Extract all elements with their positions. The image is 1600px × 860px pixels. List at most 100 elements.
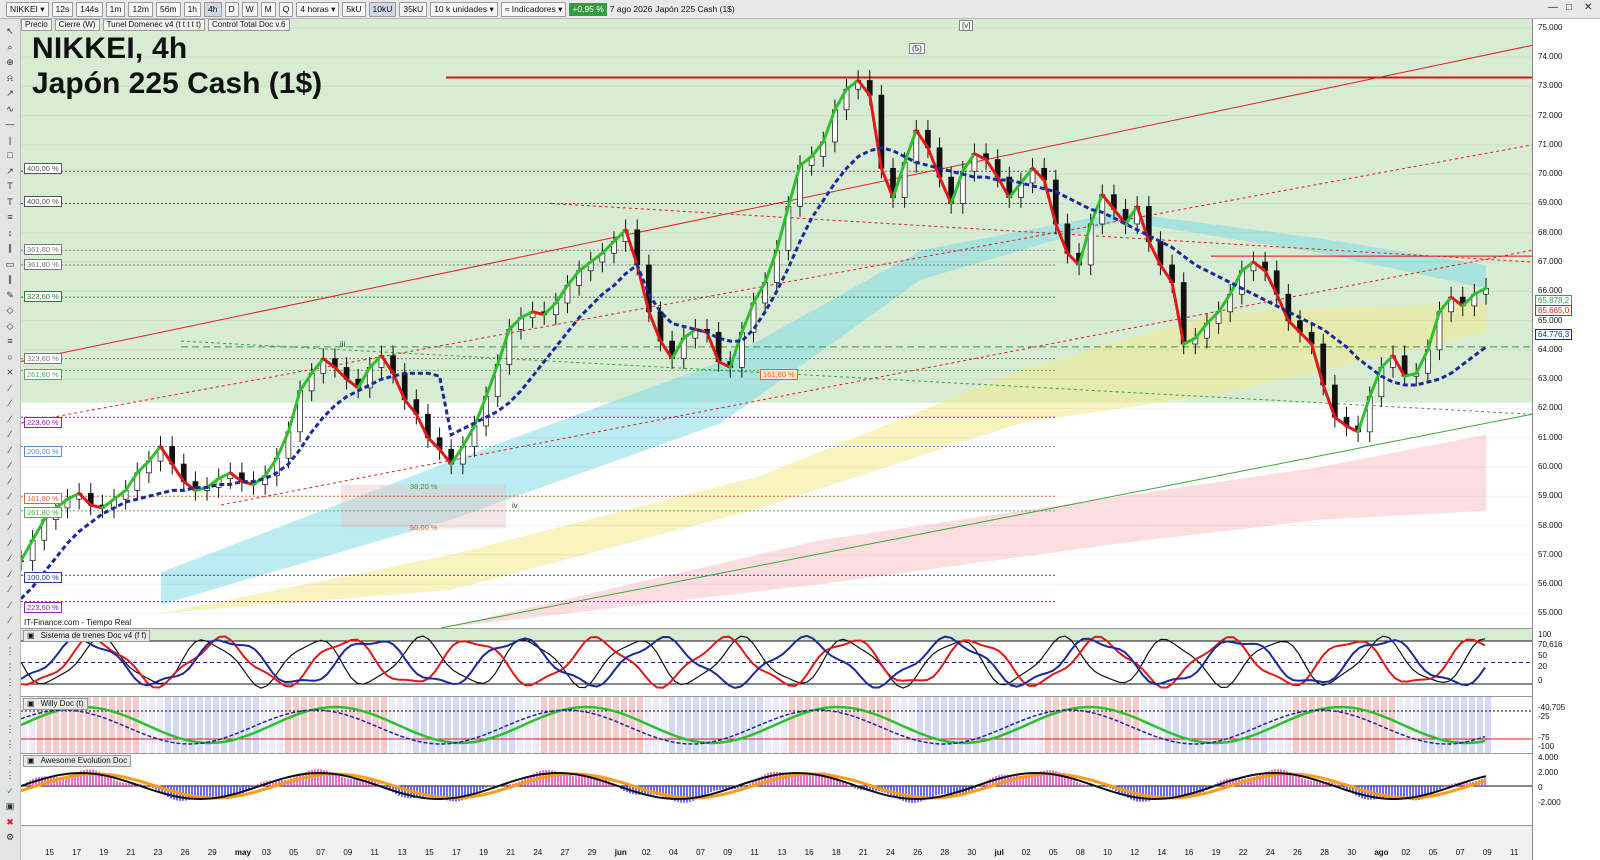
restore-icon[interactable]: □ xyxy=(1566,2,1572,13)
delete-icon[interactable]: ✖ xyxy=(4,816,16,828)
x-tick-label: 05 xyxy=(1428,848,1438,857)
legend-item[interactable]: Cierre (W) xyxy=(54,19,100,31)
price-chart[interactable] xyxy=(21,19,1532,628)
trend-icon[interactable]: ↗ xyxy=(4,87,16,99)
text-icon[interactable]: T xyxy=(4,180,16,192)
line-icon[interactable]: ∕ xyxy=(4,382,16,394)
shape-icon[interactable]: ◇ xyxy=(4,320,16,332)
timeframe-12s[interactable]: 12s xyxy=(51,1,74,17)
line-icon[interactable]: ∕ xyxy=(4,583,16,595)
measure-icon[interactable]: ↕ xyxy=(4,227,16,239)
willy-panel[interactable]: ▣ Willy Doc (t) xyxy=(21,697,1532,754)
grid-icon[interactable]: ⋮ xyxy=(4,707,16,719)
pitch-icon[interactable]: ⨯ xyxy=(4,366,16,378)
timeframe-W[interactable]: W xyxy=(241,1,258,17)
close-icon[interactable]: ▣ xyxy=(27,631,35,641)
close-icon[interactable]: ✕ xyxy=(1584,2,1592,13)
line-icon[interactable]: ∕ xyxy=(4,506,16,518)
fib-icon[interactable]: ≡ xyxy=(4,335,16,347)
text-icon[interactable]: T xyxy=(4,196,16,208)
lock-icon[interactable]: ▣ xyxy=(4,800,16,812)
eraser-icon[interactable]: ▭ xyxy=(4,258,16,270)
timeframe-1h[interactable]: 1h xyxy=(183,1,202,17)
timeframe-12m[interactable]: 12m xyxy=(128,1,154,17)
shape-icon[interactable]: ◇ xyxy=(4,304,16,316)
grid-icon[interactable]: ⋮ xyxy=(4,661,16,673)
period-select[interactable]: 4 horas ▾ xyxy=(296,1,340,17)
units-select[interactable]: 10 k unidades ▾ xyxy=(430,1,498,17)
timeframe-56m[interactable]: 56m xyxy=(156,1,181,17)
indicators-button[interactable]: ≈ Indicadores ▾ xyxy=(500,1,567,17)
volume-10kU[interactable]: 10kU xyxy=(368,1,397,17)
rect-icon[interactable]: □ xyxy=(4,149,16,161)
check-icon[interactable]: ✓ xyxy=(4,785,16,797)
x-tick-label: 12 xyxy=(1130,848,1140,857)
willy-bar xyxy=(1133,697,1139,753)
circle-icon[interactable]: ○ xyxy=(4,351,16,363)
ruler-icon[interactable]: ∥ xyxy=(4,273,16,285)
legend-item[interactable]: Precio xyxy=(21,19,52,31)
grid-icon[interactable]: ⋮ xyxy=(4,676,16,688)
timeframe-4h[interactable]: 4h xyxy=(204,1,222,17)
channel-icon[interactable]: ∥ xyxy=(4,242,16,254)
line-icon[interactable]: ∕ xyxy=(4,537,16,549)
minimize-icon[interactable]: — xyxy=(1548,2,1558,13)
y-tick-label: 68.000 xyxy=(1538,227,1563,237)
fib-label: 361,80 % xyxy=(24,244,62,255)
awesome-panel[interactable]: ▣ Awesome Evolution Doc xyxy=(21,754,1532,826)
line-icon[interactable]: ∕ xyxy=(4,568,16,580)
line-icon[interactable]: ∕ xyxy=(4,459,16,471)
line-icon[interactable]: ∕ xyxy=(4,614,16,626)
hline-icon[interactable]: — xyxy=(4,118,16,130)
line-icon[interactable]: ∕ xyxy=(4,428,16,440)
timeframe-1m[interactable]: 1m xyxy=(105,1,126,17)
line-icon[interactable]: ∕ xyxy=(4,475,16,487)
grid-icon[interactable]: ⋮ xyxy=(4,754,16,766)
line-icon[interactable]: ∕ xyxy=(4,630,16,642)
bell-icon[interactable]: ⍾ xyxy=(4,72,16,84)
awesome-panel-header[interactable]: ▣ Awesome Evolution Doc xyxy=(23,755,132,767)
price-panel[interactable] xyxy=(21,19,1532,629)
x-tick-label: 07 xyxy=(1455,848,1465,857)
grid-icon[interactable]: ⋮ xyxy=(4,769,16,781)
line-icon[interactable]: ∕ xyxy=(4,599,16,611)
x-tick-label: 05 xyxy=(289,848,299,857)
brush-icon[interactable]: ✎ xyxy=(4,289,16,301)
legend-item[interactable]: Control Total Doc v.6 xyxy=(207,19,290,31)
line-icon[interactable]: ∕ xyxy=(4,444,16,456)
timeframe-D[interactable]: D xyxy=(224,1,239,17)
willy-bar xyxy=(413,697,419,753)
timeframe-M[interactable]: M xyxy=(260,1,276,17)
line-icon[interactable]: ∕ xyxy=(4,413,16,425)
cursor-icon[interactable]: ↖ xyxy=(4,25,16,37)
line-icon[interactable]: ∕ xyxy=(4,552,16,564)
settings-icon[interactable]: ⚙ xyxy=(4,831,16,843)
price-box: 64.776,3 xyxy=(1535,329,1573,340)
volume-5kU[interactable]: 5kU xyxy=(342,1,366,17)
fib-icon[interactable]: ≡ xyxy=(4,211,16,223)
zoom-in-icon[interactable]: ⊕ xyxy=(4,56,16,68)
symbol-select[interactable]: NIKKEI ▾ xyxy=(6,1,49,17)
willy-panel-header[interactable]: ▣ Willy Doc (t) xyxy=(23,698,88,710)
wave-icon[interactable]: ∿ xyxy=(4,103,16,115)
grid-icon[interactable]: ⋮ xyxy=(4,723,16,735)
timeframe-Q[interactable]: Q xyxy=(278,1,294,17)
grid-icon[interactable]: ⋮ xyxy=(4,738,16,750)
line-icon[interactable]: ∕ xyxy=(4,521,16,533)
line-icon[interactable]: ∕ xyxy=(4,490,16,502)
timeframe-144s[interactable]: 144s xyxy=(76,1,103,17)
close-icon[interactable]: ▣ xyxy=(27,756,35,766)
grid-icon[interactable]: ⋮ xyxy=(4,645,16,657)
close-icon[interactable]: ▣ xyxy=(27,699,35,709)
trenes-panel-header[interactable]: ▣ Sistema de trenes Doc v4 (f f) xyxy=(23,630,151,642)
zoom-icon[interactable]: ⌕ xyxy=(4,41,16,53)
arrow-icon[interactable]: ↗ xyxy=(4,165,16,177)
x-tick-label: 24 xyxy=(533,848,543,857)
trenes-panel[interactable]: ▣ Sistema de trenes Doc v4 (f f) xyxy=(21,629,1532,697)
volume-35kU[interactable]: 35kU xyxy=(399,1,428,17)
legend-item[interactable]: Tunel Domenec v4 (t t t t t) xyxy=(102,19,205,31)
vline-icon[interactable]: | xyxy=(4,134,16,146)
x-tick-label: 18 xyxy=(831,848,841,857)
line-icon[interactable]: ∕ xyxy=(4,397,16,409)
grid-icon[interactable]: ⋮ xyxy=(4,692,16,704)
